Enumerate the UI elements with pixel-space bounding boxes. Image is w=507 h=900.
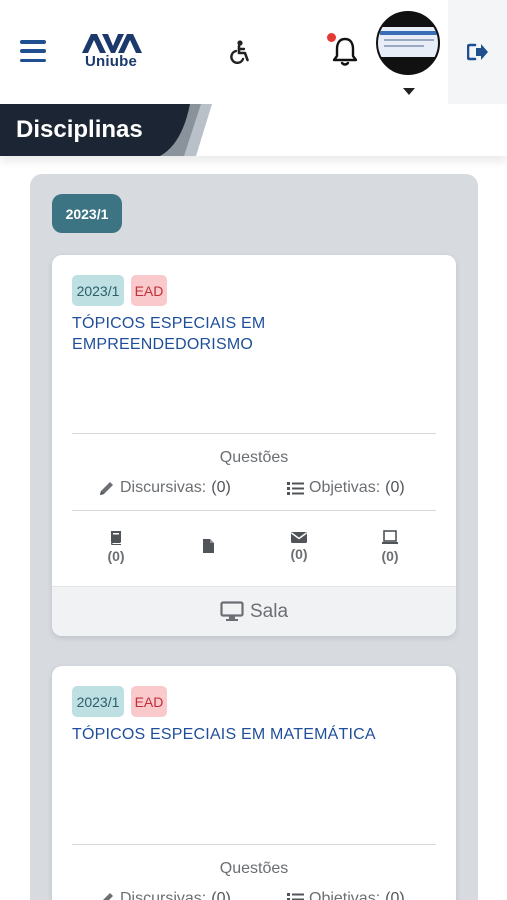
objetivas-label: Objetivas: [309, 890, 381, 900]
mode-badge: EAD [131, 686, 167, 717]
list-icon [287, 481, 304, 495]
laptop-icon [382, 530, 398, 544]
course-title[interactable]: TÓPICOS ESPECIAIS EM EMPREENDEDORISMO [72, 313, 432, 355]
logout-icon[interactable] [467, 42, 489, 62]
notification-dot [327, 33, 336, 42]
objetivas-label: Objetivas: [309, 479, 381, 496]
period-pill[interactable]: 2023/1 [52, 194, 122, 233]
discursivas-label: Discursivas: [120, 479, 207, 496]
pencil-icon [102, 892, 113, 900]
objetivas-count[interactable]: Objetivas: (0) [287, 479, 405, 497]
course-title[interactable]: TÓPICOS ESPECIAIS EM MATEMÁTICA [72, 724, 432, 745]
mode-badge: EAD [131, 275, 167, 306]
discursivas-value: (0) [211, 479, 231, 496]
course-card: 2023/1 EAD TÓPICOS ESPECIAIS EM EMPREEND… [52, 255, 456, 636]
laptop-stat[interactable]: (0) [375, 530, 405, 564]
objetivas-value: (0) [385, 890, 405, 900]
room-label: Sala [249, 600, 289, 622]
objetivas-value: (0) [385, 479, 405, 496]
discursivas-count[interactable]: Discursivas: (0) [98, 890, 231, 900]
file-icon [202, 539, 214, 553]
mail-count: (0) [290, 546, 308, 562]
envelope-icon [291, 532, 307, 543]
file-stat[interactable] [193, 538, 223, 556]
discursivas-label: Discursivas: [120, 890, 207, 900]
book-stat[interactable]: (0) [101, 530, 131, 564]
book-count: (0) [107, 548, 125, 564]
course-card: 2023/1 EAD TÓPICOS ESPECIAIS EM MATEMÁTI… [52, 666, 456, 900]
questoes-label: Questões [219, 449, 289, 466]
user-avatar[interactable] [376, 11, 440, 75]
uniube-logo[interactable]: Uniube [80, 32, 144, 74]
divider [72, 844, 436, 845]
list-icon [287, 892, 304, 900]
accessibility-icon[interactable] [228, 40, 250, 64]
divider [72, 433, 436, 434]
desktop-icon [220, 601, 244, 621]
app-header: Uniube [0, 0, 507, 104]
laptop-count: (0) [381, 548, 399, 564]
pencil-icon [100, 481, 113, 495]
year-badge: 2023/1 [72, 275, 124, 306]
discursivas-count[interactable]: Discursivas: (0) [98, 479, 231, 497]
questoes-label: Questões [219, 860, 289, 877]
mail-stat[interactable]: (0) [284, 530, 314, 562]
logo-text: Uniube [84, 53, 138, 70]
page-title: Disciplinas [16, 116, 143, 143]
discursivas-value: (0) [211, 890, 231, 900]
caret-down-icon[interactable] [403, 88, 415, 95]
notification-bell-icon[interactable] [331, 36, 359, 68]
book-icon [111, 531, 121, 545]
room-button[interactable]: Sala [52, 586, 456, 636]
objetivas-count[interactable]: Objetivas: (0) [287, 890, 405, 900]
year-badge: 2023/1 [72, 686, 124, 717]
menu-icon[interactable] [20, 40, 46, 62]
divider [72, 510, 436, 511]
ava-logo-mark [82, 34, 142, 53]
